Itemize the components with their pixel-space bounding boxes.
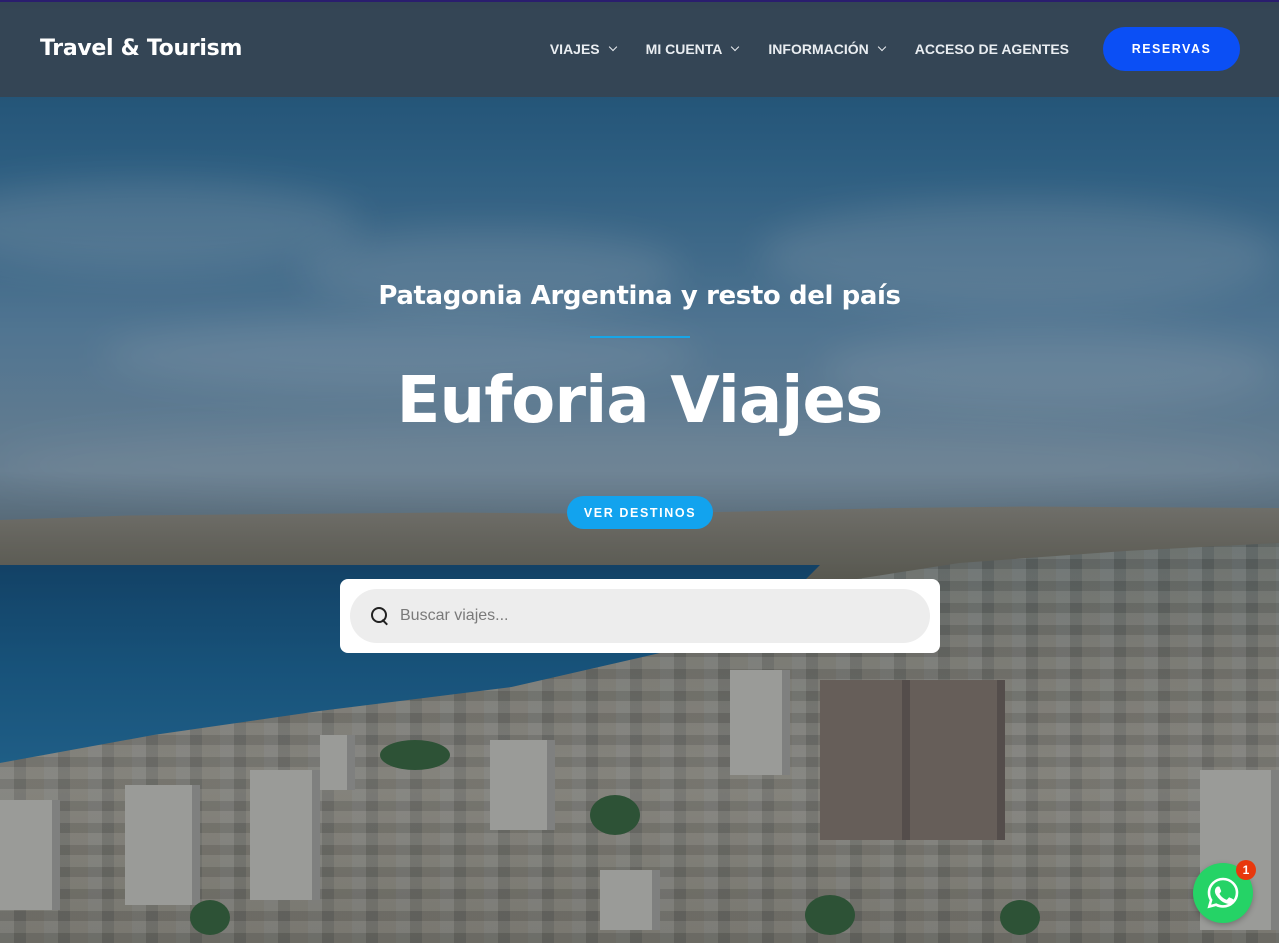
reservas-button[interactable]: RESERVAS: [1103, 26, 1240, 71]
search-card: [340, 579, 940, 653]
top-accent-line: [0, 0, 1279, 2]
nav-item-label: ACCESO DE AGENTES: [914, 40, 1069, 57]
nav-item-acceso-de-agentes[interactable]: ACCESO DE AGENTES: [915, 41, 1069, 57]
nav-item-label: MI CUENTA: [645, 40, 723, 57]
site-header: Travel & Tourism VIAJES MI CUENTA INFORM…: [0, 0, 1279, 97]
chevron-down-icon: [608, 42, 617, 51]
nav-item-mi-cuenta[interactable]: MI CUENTA: [645, 40, 740, 57]
search-box[interactable]: [350, 589, 930, 643]
hero-subtitle: Patagonia Argentina y resto del país: [378, 281, 901, 311]
main-nav: VIAJES MI CUENTA INFORMACIÓN ACCESO DE A…: [549, 26, 1240, 71]
site-logo[interactable]: Travel & Tourism: [40, 36, 242, 61]
hero-title: Euforia Viajes: [396, 364, 884, 438]
title-divider: [590, 336, 690, 338]
whatsapp-chat-button[interactable]: 1: [1193, 860, 1256, 923]
nav-item-label: INFORMACIÓN: [768, 40, 869, 57]
nav-item-label: VIAJES: [549, 40, 600, 57]
chevron-down-icon: [731, 42, 740, 51]
search-icon[interactable]: [370, 606, 390, 626]
nav-item-informacion[interactable]: INFORMACIÓN: [768, 40, 886, 57]
notification-badge: 1: [1236, 860, 1256, 880]
ver-destinos-button[interactable]: VER DESTINOS: [567, 496, 713, 529]
hero-section: Patagonia Argentina y resto del país Euf…: [0, 0, 1279, 943]
whatsapp-icon: [1207, 877, 1239, 909]
chevron-down-icon: [877, 42, 886, 51]
nav-item-viajes[interactable]: VIAJES: [549, 40, 617, 57]
search-input[interactable]: [400, 607, 930, 625]
